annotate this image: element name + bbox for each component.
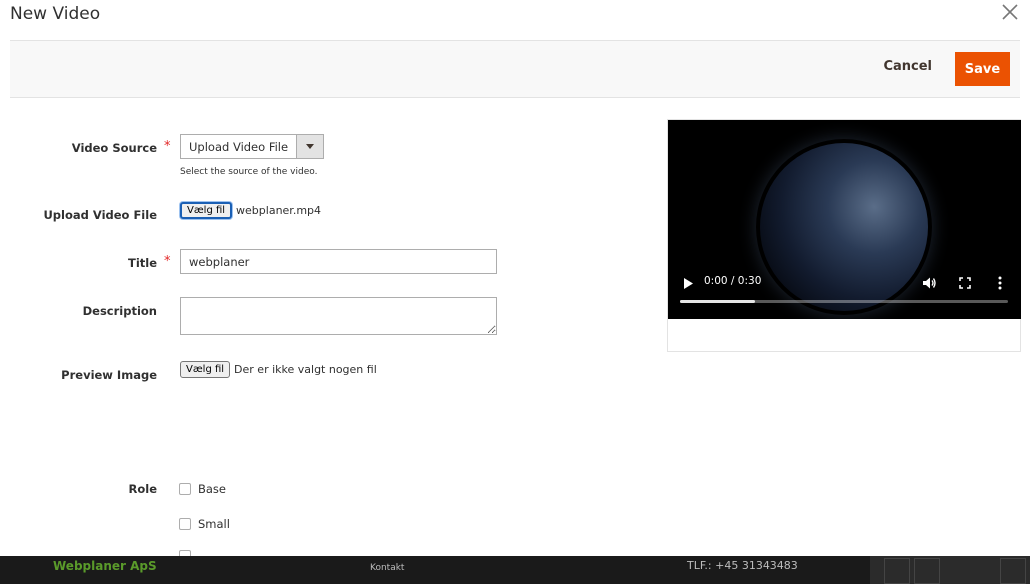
play-icon[interactable] (684, 278, 693, 289)
description-label: Description (82, 304, 157, 318)
role-option-small[interactable]: Small (179, 517, 230, 531)
video-player[interactable]: 0:00 / 0:30 (668, 120, 1021, 319)
footer-panel-cell (914, 558, 940, 584)
action-bar: Cancel Save (10, 40, 1020, 98)
title-required-mark: * (164, 254, 171, 269)
video-progress-fill (680, 300, 756, 303)
preview-image-file-name: Der er ikke valgt nogen fil (234, 363, 377, 376)
save-button[interactable]: Save (955, 52, 1010, 86)
choose-preview-image-button[interactable]: Vælg fil (180, 361, 231, 378)
role-option-base[interactable]: Base (179, 482, 226, 496)
volume-icon[interactable] (922, 276, 936, 290)
video-source-select[interactable]: Upload Video File (180, 134, 324, 159)
video-source-label: Video Source (71, 141, 157, 155)
video-progress-bar[interactable] (680, 300, 1008, 303)
footer-phone: TLF.: +45 31343483 (687, 559, 798, 572)
upload-video-file-label: Upload Video File (43, 208, 157, 222)
fullscreen-icon[interactable] (959, 277, 971, 289)
more-options-icon[interactable] (998, 276, 1002, 290)
footer-contact-link[interactable]: Kontakt (370, 563, 404, 573)
footer-panel (870, 556, 1030, 584)
footer-brand: Webplaner ApS (53, 559, 157, 573)
chevron-down-icon[interactable] (296, 135, 323, 158)
role-small-label: Small (198, 517, 230, 531)
upload-video-file-row: Vælg fil webplaner.mp4 (180, 202, 321, 219)
video-source-required-mark: * (164, 139, 171, 154)
video-preview-box: 0:00 / 0:30 (667, 119, 1021, 352)
video-controls: 0:00 / 0:30 (668, 270, 1021, 319)
preview-image-row: Vælg fil Der er ikke valgt nogen fil (180, 361, 377, 378)
video-time: 0:00 / 0:30 (704, 275, 762, 287)
new-video-modal: New Video Cancel Save Video Source * Upl… (0, 0, 1030, 562)
video-source-selected-value: Upload Video File (189, 139, 289, 154)
video-source-note: Select the source of the video. (180, 167, 318, 177)
close-icon[interactable] (1000, 2, 1020, 22)
role-label: Role (128, 482, 158, 496)
preview-image-label: Preview Image (61, 368, 157, 382)
role-small-checkbox[interactable] (179, 518, 191, 530)
modal-title: New Video (10, 4, 101, 24)
title-input[interactable] (180, 249, 497, 274)
role-base-checkbox[interactable] (179, 483, 191, 495)
page-footer: Webplaner ApS Kontakt TLF.: +45 31343483 (0, 556, 1030, 584)
cancel-button[interactable]: Cancel (883, 59, 932, 74)
title-label: Title (127, 256, 157, 270)
video-file-name: webplaner.mp4 (236, 204, 322, 217)
footer-panel-cell (884, 558, 910, 584)
role-base-label: Base (198, 482, 227, 496)
description-textarea[interactable] (180, 297, 497, 335)
footer-panel-cell (1000, 558, 1026, 584)
choose-video-file-button[interactable]: Vælg fil (180, 202, 233, 219)
